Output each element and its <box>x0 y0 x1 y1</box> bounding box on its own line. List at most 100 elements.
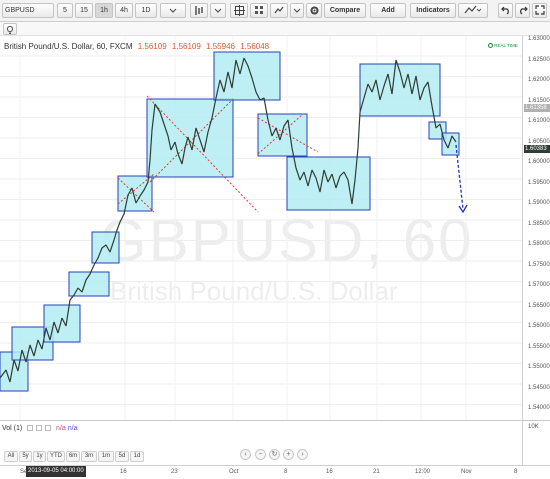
reset-icon: ↻ <box>271 451 278 458</box>
redo-button[interactable] <box>515 3 530 18</box>
reset-button[interactable]: ↻ <box>269 449 280 460</box>
drawing-tools-icon <box>464 5 482 14</box>
symbol-search-input[interactable]: GBPUSD <box>2 3 54 18</box>
date-cursor-label: 2013-09-05 04:00:00 <box>26 466 86 477</box>
more-dropdown[interactable] <box>290 3 304 18</box>
price-scale[interactable]: 1.63000 1.62500 1.62000 1.61500 1.61000 … <box>522 36 550 420</box>
time-label: 23 <box>171 469 178 475</box>
price-tick: 1.58500 <box>528 220 550 227</box>
zoom-in-icon: + <box>286 451 291 458</box>
price-chart-svg <box>0 36 522 420</box>
lightbulb-icon <box>6 25 14 34</box>
grid-icon <box>255 6 263 14</box>
compare-button[interactable]: Compare <box>324 3 366 18</box>
rectangle-drawing <box>146 98 234 178</box>
crosshair-icon <box>233 5 245 16</box>
price-tick: 1.61500 <box>528 97 550 104</box>
crosshair-button[interactable] <box>230 3 248 18</box>
range-ytd-button[interactable]: YTD <box>47 451 65 462</box>
undo-button[interactable] <box>498 3 513 18</box>
volume-hide-icon[interactable] <box>36 425 43 432</box>
zoom-out-icon: − <box>258 451 263 458</box>
interval-4h-button[interactable]: 4h <box>115 3 133 18</box>
drawing-tools-button[interactable] <box>458 3 488 18</box>
top-toolbar: GBPUSD 5 15 1h 4h 1D Compare Add Indicat… <box>0 0 550 22</box>
legend-open: 1.56109 <box>137 42 167 51</box>
current-price-tag: 1.61358 <box>524 104 550 112</box>
realtime-badge: REAL TIME <box>488 43 518 49</box>
price-tick: 1.57500 <box>528 261 550 268</box>
last-price-tag: 1.60383 <box>524 145 550 153</box>
range-1d-button[interactable]: 1d <box>130 451 144 462</box>
rectangle-drawing <box>213 51 281 101</box>
ideas-button[interactable] <box>3 23 17 35</box>
time-label: 16 <box>120 469 127 475</box>
price-tick: 1.59500 <box>528 179 550 186</box>
interval-15-button[interactable]: 15 <box>75 3 93 18</box>
zoom-out-button[interactable]: − <box>255 449 266 460</box>
bar-style-dropdown[interactable] <box>210 3 226 18</box>
scroll-right-button[interactable]: › <box>297 449 308 460</box>
volume-tick: 10K <box>528 424 539 430</box>
interval-5-button[interactable]: 5 <box>57 3 73 18</box>
time-label: 21 <box>373 469 380 475</box>
price-tick: 1.59000 <box>528 200 550 206</box>
volume-value-2: n/a <box>67 425 78 432</box>
time-label: Oct <box>229 469 239 475</box>
range-1m-button[interactable]: 1m <box>98 451 114 462</box>
price-tick: 1.63000 <box>528 36 550 42</box>
settings-button[interactable] <box>306 3 322 18</box>
price-tick: 1.58000 <box>528 241 550 247</box>
volume-label: Vol (1) <box>2 425 23 432</box>
chart-layout-button[interactable] <box>250 3 268 18</box>
range-5d-button[interactable]: 5d <box>115 451 129 462</box>
price-tick: 1.56500 <box>528 302 550 309</box>
price-tick: 1.55500 <box>528 343 550 350</box>
price-tick: 1.62000 <box>528 77 550 83</box>
price-tick: 1.54000 <box>528 405 550 411</box>
drawing-subbar <box>0 22 550 36</box>
price-tick: 1.55000 <box>528 364 550 370</box>
time-label: 8 <box>514 469 518 475</box>
settings-icon <box>310 6 318 15</box>
range-5y-button[interactable]: 5y <box>19 451 32 462</box>
interval-1d-button[interactable]: 1D <box>135 3 157 18</box>
range-1y-button[interactable]: 1y <box>33 451 46 462</box>
fullscreen-button[interactable] <box>532 3 547 18</box>
range-6m-button[interactable]: 6m <box>66 451 80 462</box>
rectangle-drawing <box>257 113 308 157</box>
chevron-down-icon <box>293 8 301 13</box>
chevron-down-icon <box>214 8 222 13</box>
fullscreen-icon <box>534 5 545 15</box>
interval-dropdown-button[interactable] <box>160 3 186 18</box>
price-chart-pane[interactable]: GBPUSD, 60 British Pound/U.S. Dollar <box>0 36 522 420</box>
price-tick: 1.60000 <box>528 159 550 165</box>
legend-close: 1.56048 <box>240 42 270 51</box>
compare-symbol-button[interactable] <box>270 3 288 18</box>
interval-1h-button[interactable]: 1h <box>95 3 113 18</box>
indicators-button[interactable]: Indicators <box>410 3 456 18</box>
time-label: 12:00 <box>415 469 431 475</box>
volume-settings-icon[interactable] <box>27 425 34 432</box>
legend-low: 1.55946 <box>206 42 235 51</box>
add-button[interactable]: Add <box>370 3 406 18</box>
volume-scale[interactable]: 10K <box>522 421 550 465</box>
volume-close-icon[interactable] <box>45 425 52 432</box>
realtime-icon <box>488 43 493 49</box>
bar-style-icon <box>195 6 203 15</box>
legend-high: 1.56109 <box>171 42 201 51</box>
symbol-title: British Pound/U.S. Dollar, 60, FXCM <box>4 42 133 51</box>
dropdown-icon <box>169 8 177 13</box>
bar-style-button[interactable] <box>190 3 208 18</box>
symbol-legend: British Pound/U.S. Dollar, 60, FXCM 1.56… <box>4 42 269 51</box>
redo-icon <box>519 6 528 15</box>
scroll-left-button[interactable]: ‹ <box>240 449 251 460</box>
range-all-button[interactable]: All <box>4 451 18 462</box>
scroll-right-icon: › <box>301 451 304 458</box>
rectangle-drawing <box>286 156 371 211</box>
volume-legend: Vol (1) n/a n/a <box>2 425 77 432</box>
time-label: 8 <box>284 469 288 475</box>
zoom-in-button[interactable]: + <box>283 449 294 460</box>
range-3m-button[interactable]: 3m <box>81 451 97 462</box>
price-tick: 1.56000 <box>528 323 550 329</box>
